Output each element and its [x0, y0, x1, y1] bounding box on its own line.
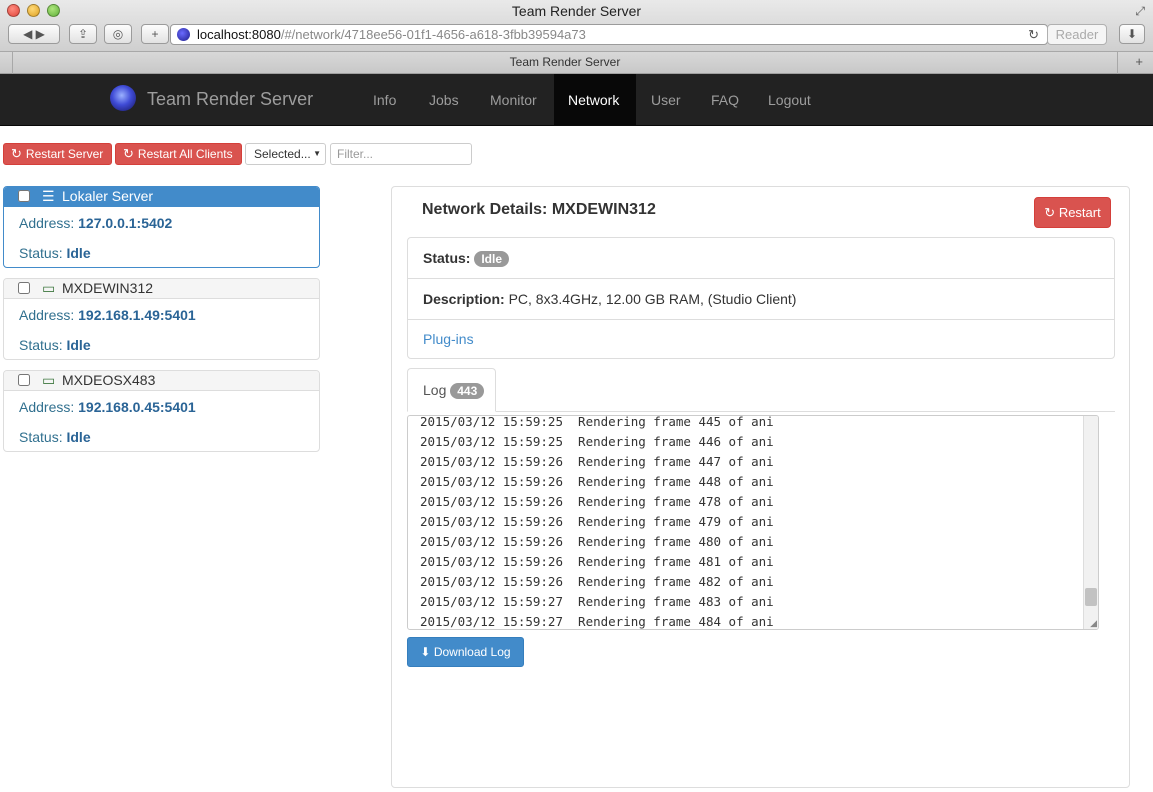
add-bookmark-icon[interactable]: + [141, 24, 169, 44]
client-panel-heading: ☰ Lokaler Server [4, 187, 319, 207]
description-row: Description: PC, 8x3.4GHz, 12.00 GB RAM,… [408, 279, 1114, 320]
plugins-row: Plug-ins [408, 320, 1114, 358]
client-address: Address: 192.168.0.45:5401 [19, 399, 196, 415]
log-line: 2015/03/12 15:59:26 Rendering frame 448 … [420, 474, 774, 489]
client-select-checkbox[interactable] [18, 374, 30, 386]
log-line: 2015/03/12 15:59:27 Rendering frame 483 … [420, 594, 774, 609]
log-line: 2015/03/12 15:59:26 Rendering frame 478 … [420, 494, 774, 509]
plugins-link[interactable]: Plug-ins [423, 331, 474, 347]
log-line: 2015/03/12 15:59:27 Rendering frame 484 … [420, 614, 774, 629]
status-label: Status: [423, 250, 471, 266]
download-log-button[interactable]: ⬇ Download Log [407, 637, 524, 667]
history-icon[interactable]: ◎ [104, 24, 132, 44]
client-name: Lokaler Server [62, 188, 154, 204]
refresh-icon: ↻ [11, 146, 22, 161]
app-logo-icon [110, 85, 136, 111]
caret-down-icon: ▼ [313, 149, 321, 158]
app-brand[interactable]: Team Render Server [147, 89, 313, 110]
log-line: 2015/03/12 15:59:26 Rendering frame 480 … [420, 534, 774, 549]
nav-item-monitor[interactable]: Monitor [476, 74, 551, 126]
new-tab-icon[interactable]: + [1135, 54, 1143, 69]
filter-input[interactable] [330, 143, 472, 165]
client-panel-heading: ▭ MXDEWIN312 [4, 279, 319, 299]
client-name: MXDEOSX483 [62, 372, 156, 388]
monitor-icon: ▭ [42, 280, 56, 296]
url-path: /#/network/4718ee56-01f1-4656-a618-3fbb3… [280, 27, 586, 42]
selected-action-value: Selected... [254, 147, 311, 161]
monitor-icon: ▭ [42, 372, 56, 388]
client-address: Address: 192.168.1.49:5401 [19, 307, 196, 323]
log-count-badge: 443 [450, 383, 485, 399]
nav-item-logout[interactable]: Logout [754, 74, 825, 126]
client-select-checkbox[interactable] [18, 190, 30, 202]
log-textarea[interactable]: 2015/03/12 15:59:25 Rendering frame 445 … [407, 415, 1099, 630]
download-log-label: Download Log [433, 645, 511, 659]
reload-icon[interactable]: ↻ [1028, 25, 1039, 44]
log-line: 2015/03/12 15:59:25 Rendering frame 445 … [420, 415, 774, 429]
restart-all-clients-button[interactable]: ↻ Restart All Clients [115, 143, 242, 165]
log-line: 2015/03/12 15:59:26 Rendering frame 479 … [420, 514, 774, 529]
site-favicon-icon [177, 28, 190, 41]
browser-titlebar: Team Render Server ⤢ ◀ ▶ ⇪ ◎ + localhost… [0, 0, 1153, 52]
nav-item-jobs[interactable]: Jobs [415, 74, 473, 126]
tabs-divider [407, 411, 1115, 412]
restart-all-clients-label: Restart All Clients [137, 147, 233, 161]
app-navbar: Team Render Server Info Jobs Monitor Net… [0, 74, 1153, 126]
client-select-checkbox[interactable] [18, 282, 30, 294]
nav-item-network[interactable]: Network [554, 74, 636, 126]
client-status: Status: Idle [19, 429, 91, 445]
restart-server-label: Restart Server [25, 147, 104, 161]
tab-log[interactable]: Log 443 [407, 368, 496, 412]
window-title: Team Render Server [511, 3, 642, 19]
browser-tabbar: Team Render Server + [0, 52, 1153, 74]
status-row: Status: Idle [408, 238, 1114, 279]
fullscreen-icon[interactable]: ⤢ [1135, 4, 1145, 19]
details-title: Network Details: MXDEWIN312 [422, 201, 656, 218]
browser-tab[interactable]: Team Render Server [12, 52, 1118, 74]
refresh-icon: ↻ [123, 146, 134, 161]
description-label: Description: [423, 291, 505, 307]
reader-button[interactable]: Reader [1047, 24, 1107, 45]
resize-handle-icon[interactable]: ◢ [1090, 618, 1097, 629]
log-scrollbar[interactable] [1083, 416, 1098, 629]
refresh-icon: ↻ [1044, 205, 1056, 220]
status-badge: Idle [474, 251, 510, 267]
client-panel-heading: ▭ MXDEOSX483 [4, 371, 319, 391]
client-status: Status: Idle [19, 337, 91, 353]
selected-action-select[interactable]: Selected... ▼ [245, 143, 326, 165]
details-info-list: Status: Idle Description: PC, 8x3.4GHz, … [407, 237, 1115, 359]
restart-label: Restart [1058, 205, 1101, 220]
client-status: Status: Idle [19, 245, 91, 261]
log-scrollbar-thumb[interactable] [1085, 588, 1097, 606]
log-line: 2015/03/12 15:59:26 Rendering frame 447 … [420, 454, 774, 469]
log-line: 2015/03/12 15:59:26 Rendering frame 482 … [420, 574, 774, 589]
url-host: localhost:8080 [197, 27, 281, 42]
restart-server-button[interactable]: ↻ Restart Server [3, 143, 113, 165]
downloads-icon[interactable]: ⬇ [1119, 24, 1145, 44]
network-details-panel: Network Details: MXDEWIN312 ↻ Restart St… [391, 186, 1130, 788]
share-icon[interactable]: ⇪ [69, 24, 97, 44]
log-line: 2015/03/12 15:59:25 Rendering frame 446 … [420, 434, 774, 449]
description-value: PC, 8x3.4GHz, 12.00 GB RAM, (Studio Clie… [508, 291, 797, 307]
log-line: 2015/03/12 15:59:26 Rendering frame 481 … [420, 554, 774, 569]
client-name: MXDEWIN312 [62, 280, 154, 296]
client-address: Address: 127.0.0.1:5402 [19, 215, 173, 231]
server-icon: ☰ [42, 188, 55, 204]
nav-item-user[interactable]: User [637, 74, 695, 126]
client-panel-lokaler-server[interactable]: ☰ Lokaler Server Address: 127.0.0.1:5402… [3, 186, 320, 268]
log-tab-label: Log [423, 382, 447, 398]
back-forward-buttons[interactable]: ◀ ▶ [8, 24, 60, 44]
download-icon: ⬇ [420, 645, 431, 659]
address-bar[interactable]: localhost:8080/#/network/4718ee56-01f1-4… [170, 24, 1048, 45]
client-panel-mxdeosx483[interactable]: ▭ MXDEOSX483 Address: 192.168.0.45:5401 … [3, 370, 320, 452]
nav-item-faq[interactable]: FAQ [697, 74, 753, 126]
restart-client-button[interactable]: ↻ Restart [1034, 197, 1111, 228]
client-panel-mxdewin312[interactable]: ▭ MXDEWIN312 Address: 192.168.1.49:5401 … [3, 278, 320, 360]
nav-item-info[interactable]: Info [359, 74, 410, 126]
